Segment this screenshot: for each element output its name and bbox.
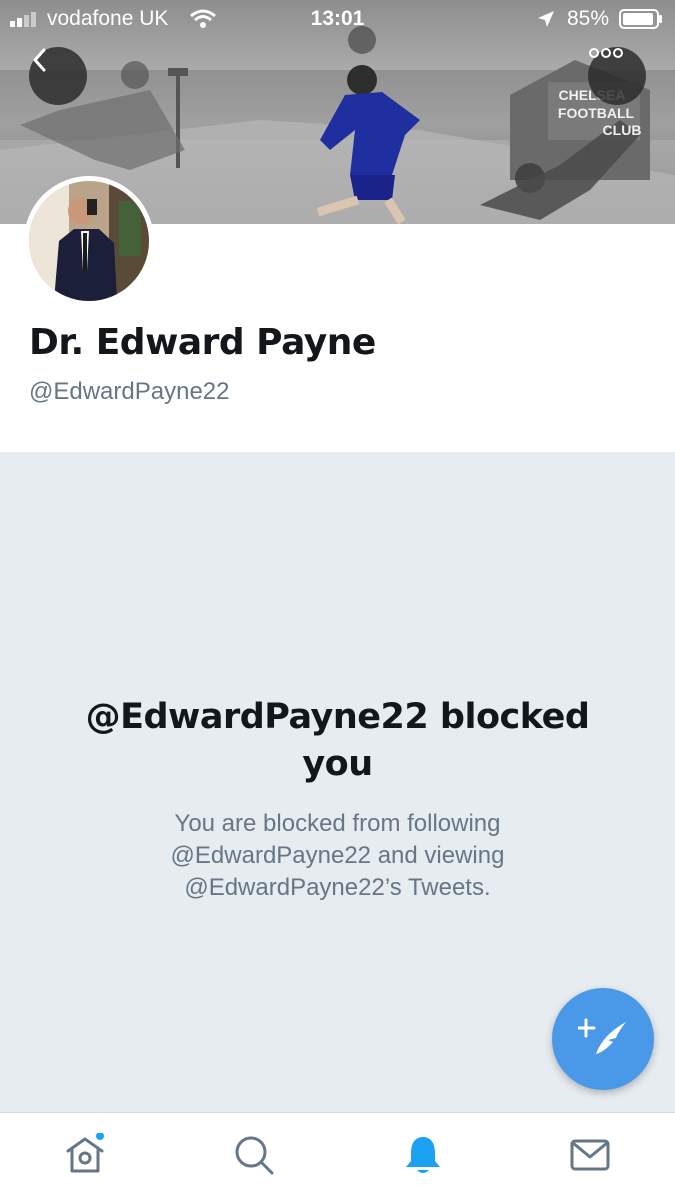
bell-icon: [406, 1137, 440, 1173]
banner-sign-line3: CLUB: [603, 122, 642, 138]
compose-tweet-button[interactable]: [552, 988, 654, 1090]
blocked-title: @EdwardPayne22 blocked you: [85, 697, 590, 784]
avatar-photo: [29, 181, 149, 301]
banner-sign-line2: FOOTBALL: [558, 105, 635, 121]
profile-avatar[interactable]: [24, 176, 154, 306]
tab-search[interactable]: [232, 1133, 276, 1177]
tab-messages[interactable]: [569, 1133, 613, 1177]
profile-name: Dr. Edward Payne: [29, 322, 376, 363]
search-icon: [235, 1136, 274, 1175]
more-dots-icon: [589, 48, 623, 58]
chevron-left-icon: [33, 48, 46, 72]
home-icon: [66, 1132, 104, 1173]
compose-feather-icon: [578, 1018, 626, 1060]
status-bar: vodafone UK 13:01 85%: [0, 0, 675, 38]
envelope-icon: [570, 1139, 610, 1171]
tab-home[interactable]: [64, 1132, 108, 1177]
back-button[interactable]: [29, 47, 87, 105]
tab-notifications[interactable]: [401, 1133, 445, 1177]
more-options-button[interactable]: [588, 47, 646, 105]
battery-percent: 85%: [567, 7, 610, 30]
new-content-dot: [96, 1132, 104, 1140]
blocked-description: You are blocked from following @EdwardPa…: [170, 810, 505, 901]
blocked-panel: @EdwardPayne22 blocked you You are block…: [0, 452, 675, 1112]
profile-handle: @EdwardPayne22: [29, 378, 230, 405]
tab-bar: [0, 1112, 675, 1200]
